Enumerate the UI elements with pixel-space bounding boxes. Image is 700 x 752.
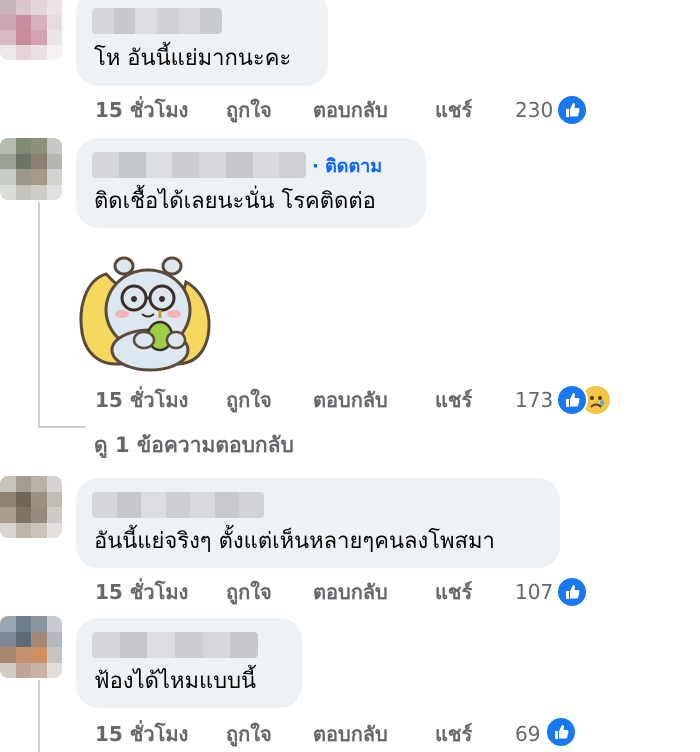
comment-time[interactable]: 15 ชั่วโมง (95, 719, 188, 749)
reply-button[interactable]: ตอบกลับ (313, 719, 388, 749)
reaction-count[interactable]: 69 (515, 719, 540, 749)
reaction-count[interactable]: 173 (515, 385, 553, 415)
commenter-name[interactable] (92, 632, 258, 658)
like-button[interactable]: ถูกใจ (226, 719, 272, 749)
reaction-count[interactable]: 230 (515, 95, 553, 125)
reply-button[interactable]: ตอบกลับ (313, 385, 388, 415)
share-button[interactable]: แชร์ (435, 95, 472, 125)
comment-text: ติดเชื้อได้เลยนะนั่น โรคติดต่อ (94, 189, 376, 214)
share-button[interactable]: แชร์ (435, 577, 472, 607)
comment-text: โห อันนี้แย่มากนะคะ (94, 46, 292, 71)
like-icon (545, 716, 577, 748)
comment-time[interactable]: 15 ชั่วโมง (95, 385, 188, 415)
share-button[interactable]: แชร์ (435, 385, 472, 415)
commenter-name[interactable] (92, 492, 264, 518)
thread-line (38, 680, 40, 752)
avatar[interactable] (0, 0, 62, 60)
like-icon (556, 94, 588, 126)
like-button[interactable]: ถูกใจ (226, 385, 272, 415)
reaction-count[interactable]: 107 (515, 577, 553, 607)
avatar[interactable] (0, 138, 62, 200)
like-icon (556, 384, 588, 416)
like-button[interactable]: ถูกใจ (226, 577, 272, 607)
like-button[interactable]: ถูกใจ (226, 95, 272, 125)
thread-line (38, 426, 86, 428)
commenter-name[interactable] (92, 152, 306, 178)
commenter-name[interactable] (92, 8, 222, 34)
reply-button[interactable]: ตอบกลับ (313, 577, 388, 607)
avatar[interactable] (0, 616, 62, 678)
comment-time[interactable]: 15 ชั่วโมง (95, 577, 188, 607)
comment-text: ฟ้องได้ไหมแบบนี้ (94, 669, 257, 694)
share-button[interactable]: แชร์ (435, 719, 472, 749)
bear-sticker[interactable] (76, 252, 214, 372)
thread-line (38, 202, 40, 428)
like-icon (556, 576, 588, 608)
reply-button[interactable]: ตอบกลับ (313, 95, 388, 125)
comment-text: อันนี้แย่จริงๆ ตั้งแต่เห็นหลายๆคนลงโพสมา (94, 529, 495, 554)
comment-time[interactable]: 15 ชั่วโมง (95, 95, 188, 125)
follow-button[interactable]: · ติดตาม (312, 155, 382, 179)
avatar[interactable] (0, 476, 62, 538)
view-replies-link[interactable]: ดู 1 ข้อความตอบกลับ (94, 430, 294, 460)
